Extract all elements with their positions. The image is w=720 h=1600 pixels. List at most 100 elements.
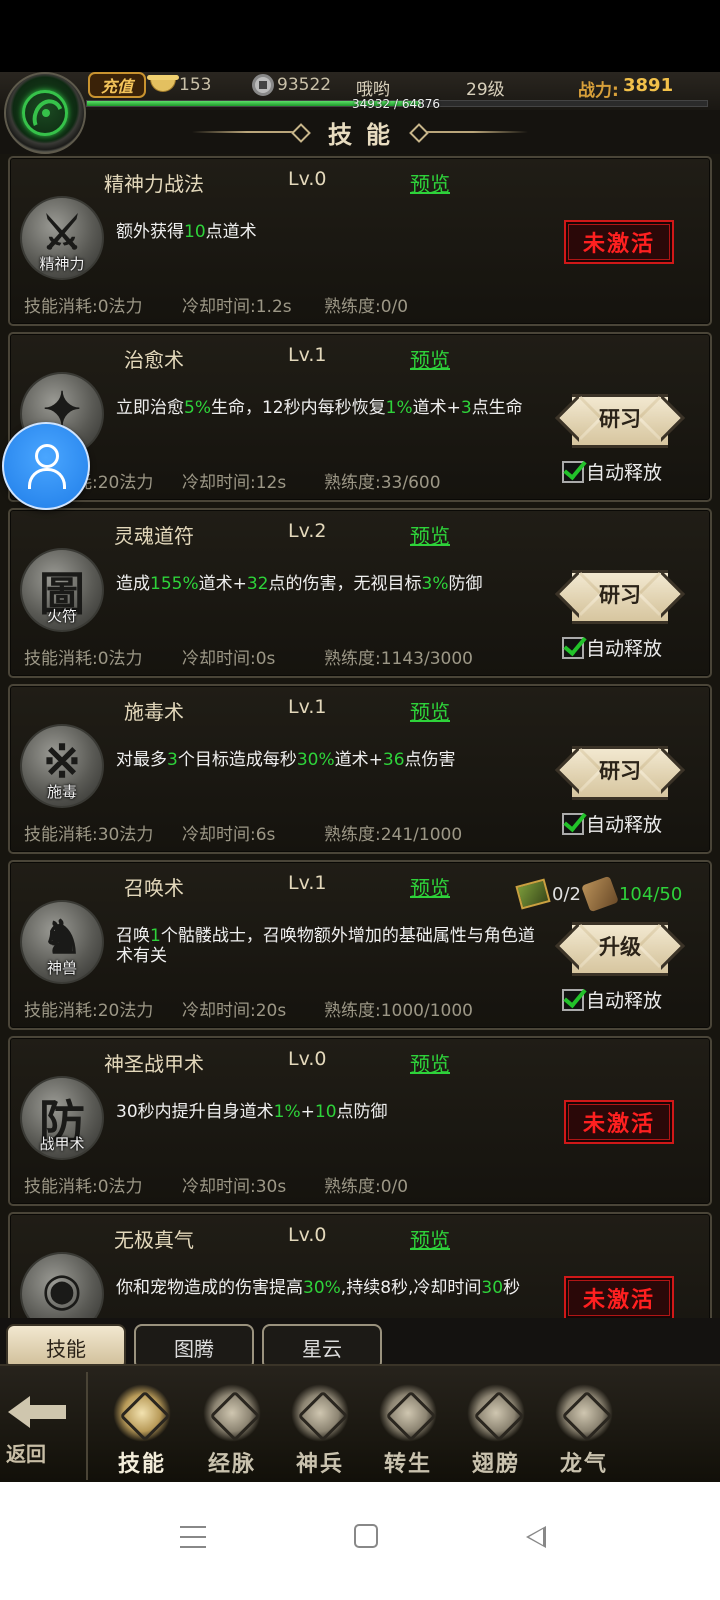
armor-icon[interactable]: 防战甲术: [20, 1076, 104, 1160]
nav-item-label: 翅膀: [471, 1451, 520, 1477]
nav-item-skill[interactable]: 技能: [102, 1378, 182, 1482]
skill-icon-tag: 火符: [46, 607, 77, 625]
button-label: 研习: [599, 759, 641, 783]
study-button[interactable]: 研习: [554, 393, 686, 448]
cooldown: 冷却时间:20s: [182, 1001, 287, 1021]
ingot-value: 153: [179, 75, 212, 95]
wings-icon: [467, 1384, 525, 1442]
checkbox-checked-icon: [562, 636, 584, 659]
skill-card: 精神力战法 Lv.0 预览 ⚔ 精神力 额外获得10点道术 技能消耗:0法力 冷却时间:1…: [8, 156, 712, 326]
page-header: 技能: [0, 110, 720, 154]
desc-segment: 道术+: [198, 574, 247, 594]
desc-segment: 1: [150, 926, 161, 946]
skill-name: 无极真气: [114, 1228, 194, 1252]
skill-description: 30秒内提升自身道术1%+10点防御: [116, 1102, 536, 1122]
desc-segment: 3%: [421, 574, 449, 594]
talisman-icon[interactable]: 圖火符: [20, 548, 104, 632]
skill-description: 你和宠物造成的伤害提高30%,持续8秒,冷却时间30秒: [116, 1278, 536, 1298]
not-activated-button[interactable]: 未激活: [564, 1276, 674, 1318]
eye-icon[interactable]: ◉: [20, 1252, 104, 1318]
back-button[interactable]: 返回: [6, 1396, 72, 1466]
nav-divider: [86, 1372, 88, 1480]
skill-card: 神圣战甲术 Lv.0 预览防战甲术 30秒内提升自身道术1%+10点防御 技能消耗:0…: [8, 1036, 712, 1206]
desc-segment: 点防御: [336, 1102, 388, 1122]
skill-description: 造成155%道术+32点的伤害，无视目标3%防御: [116, 574, 536, 594]
nav-item-wings[interactable]: 翅膀: [456, 1378, 536, 1482]
preview-link[interactable]: 预览: [410, 1224, 450, 1253]
desc-segment: 个目标造成每秒: [177, 750, 297, 770]
skill-description: 召唤1个骷髅战士，召唤物额外增加的基础属性与角色道术有关: [116, 926, 536, 966]
desc-segment: 对最多: [116, 750, 167, 770]
player-level: 29级: [466, 80, 505, 100]
nav-item-rebirth[interactable]: 转生: [368, 1378, 448, 1482]
nav-item-weapon[interactable]: 神兵: [280, 1378, 360, 1482]
beast-icon[interactable]: ♞ 神兽: [20, 900, 104, 984]
preview-link[interactable]: 预览: [410, 344, 450, 373]
scroll-count: 104/50: [618, 883, 683, 905]
button-ornament-left: [554, 745, 604, 795]
skill-list[interactable]: 精神力战法 Lv.0 预览 ⚔ 精神力 额外获得10点道术 技能消耗:0法力 冷却时间:1…: [0, 154, 720, 1318]
player-avatar[interactable]: [4, 72, 86, 154]
skill-icon-glyph: ※: [42, 734, 82, 788]
cooldown: 冷却时间:12s: [182, 473, 287, 493]
preview-link[interactable]: 预览: [410, 696, 450, 725]
skill-level: Lv.0: [288, 1224, 327, 1246]
button-ornament-right: [636, 393, 686, 443]
floating-user-button[interactable]: [2, 422, 90, 510]
checkbox-checked-icon: [562, 812, 584, 835]
auto-cast-label: 自动释放: [586, 814, 663, 836]
preview-link[interactable]: 预览: [410, 168, 450, 197]
study-button[interactable]: 研习: [554, 569, 686, 624]
button-label: 研习: [599, 407, 641, 431]
dragon-icon: [555, 1384, 613, 1442]
skill-name: 召唤术: [124, 876, 184, 900]
user-icon: [26, 444, 66, 489]
nav-item-dragon[interactable]: 龙气: [544, 1378, 624, 1482]
home-icon[interactable]: [354, 1524, 378, 1548]
skill-level: Lv.1: [288, 872, 327, 894]
not-activated-button[interactable]: 未激活: [564, 220, 674, 264]
button-ornament-left: [554, 569, 604, 619]
recharge-button[interactable]: 充值: [88, 72, 146, 98]
skill-icon-glyph: ♞: [41, 910, 83, 964]
button-ornament-left: [554, 393, 604, 443]
auto-cast-toggle[interactable]: 自动释放: [562, 634, 662, 661]
poison-icon[interactable]: ※ 施毒: [20, 724, 104, 808]
cooldown: 冷却时间:6s: [182, 825, 276, 845]
bottom-nav: 返回 技能 经脉 神兵 转生 翅膀 龙气: [0, 1364, 720, 1482]
not-activated-button[interactable]: 未激活: [564, 1100, 674, 1144]
preview-link[interactable]: 预览: [410, 872, 450, 901]
auto-cast-label: 自动释放: [586, 638, 663, 660]
proficiency: 熟练度:0/0: [324, 297, 409, 317]
desc-segment: 生命，12秒内每秒恢复: [210, 398, 386, 418]
study-button[interactable]: 研习: [554, 745, 686, 800]
desc-segment: 点伤害: [404, 750, 456, 770]
desc-segment: 个骷髅战士，召唤物额外增加的基础属性与角色道术有关: [116, 926, 535, 966]
preview-link[interactable]: 预览: [410, 520, 450, 549]
auto-cast-toggle[interactable]: 自动释放: [562, 810, 662, 837]
desc-segment: 30秒内提升自身道术: [116, 1102, 274, 1122]
upgrade-button[interactable]: 升级: [554, 921, 686, 976]
sword-icon[interactable]: ⚔ 精神力: [20, 196, 104, 280]
system-back-icon[interactable]: [526, 1526, 546, 1548]
desc-segment: 1%: [385, 398, 413, 418]
preview-link[interactable]: 预览: [410, 1048, 450, 1077]
skill-level: Lv.2: [288, 520, 327, 542]
desc-segment: 点道术: [205, 222, 257, 242]
nav-item-meridian[interactable]: 经脉: [192, 1378, 272, 1482]
auto-cast-toggle[interactable]: 自动释放: [562, 986, 662, 1013]
desc-segment: 5%: [184, 398, 211, 418]
mana-cost: 技能消耗:30法力: [24, 825, 154, 845]
nav-item-label: 转生: [383, 1451, 432, 1477]
menu-icon[interactable]: [180, 1526, 206, 1548]
mana-cost: 技能消耗:0法力: [24, 297, 143, 317]
nav-item-label: 神兵: [295, 1451, 344, 1477]
desc-segment: 道术+: [412, 398, 461, 418]
upgrade-materials: 0/2 104/50: [515, 875, 683, 913]
skill-description: 对最多3个目标造成每秒30%道术+36点伤害: [116, 750, 536, 770]
button-ornament-right: [636, 745, 686, 795]
helmet-icon: [291, 1384, 349, 1442]
page-title: 技能: [328, 119, 404, 149]
auto-cast-toggle[interactable]: 自动释放: [562, 458, 662, 485]
desc-segment: 立即治愈: [116, 398, 184, 418]
